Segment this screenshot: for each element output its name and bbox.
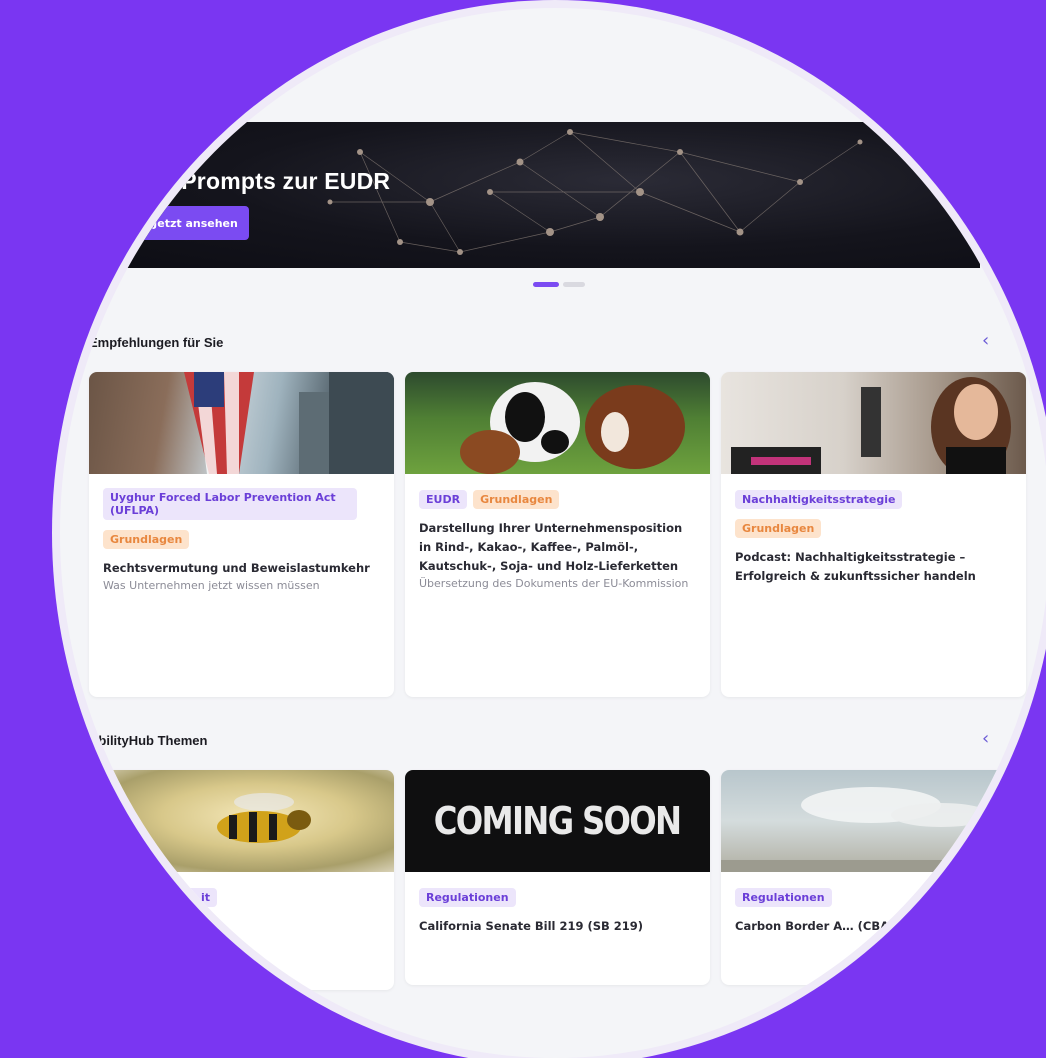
recommendation-card-eudr[interactable]: EUDR Grundlagen Darstellung Ihrer Unterne… (405, 372, 710, 697)
recommendations-title: Empfehlungen für Sie (89, 335, 224, 350)
tag-regulationen: Regulationen (419, 888, 516, 907)
tag-eudr: EUDR (419, 490, 468, 509)
card-title: Darstellung Ihrer Unternehmensposition i… (419, 521, 683, 573)
cows-image (460, 382, 685, 474)
coming-soon-image-text: COMING SOON (434, 799, 682, 843)
theme-card-sb219[interactable]: COMING SOON Regulationen California Sena… (405, 770, 710, 985)
carousel-indicator (533, 282, 585, 287)
card-title: California Senate Bill 219 (SB 219) (419, 919, 644, 933)
tag-uflpa: Uyghur Forced Labor Prevention Act (UFLP… (103, 488, 357, 520)
card-image (721, 770, 1026, 872)
recommendation-card-podcast[interactable]: Nachhaltigkeitsstrategie Grundlagen Podc… (721, 372, 1026, 697)
industrial-smoke-image (721, 787, 1026, 872)
carousel-dot[interactable] (563, 282, 585, 287)
card-title: Carbon Border A… (CBAM) (735, 919, 906, 933)
hero-cta-button[interactable]: Jetzt ansehen (132, 206, 249, 240)
card-title: Rechtsvermutung und Beweislastumkehr (103, 561, 370, 575)
tag-regulationen: Regulationen (735, 888, 832, 907)
theme-card-1[interactable]: …it (89, 770, 394, 990)
card-image: COMING SOON (405, 770, 710, 872)
themes-title: AbilityHub Themen (89, 733, 208, 748)
podcast-image (731, 377, 1011, 474)
hero-banner[interactable] (100, 122, 980, 268)
chevron-left-icon[interactable]: ‹ (982, 330, 989, 351)
flag-buildings-image (184, 372, 394, 474)
app-viewport: KI-Prompts zur EUDR Jetzt ansehen Empfeh… (60, 8, 1046, 1058)
tag-theme: …it (183, 888, 218, 907)
card-subtitle: Übersetzung des Dokuments der EU-Kommiss… (419, 577, 689, 590)
network-graphic (327, 129, 863, 255)
tag-grundlagen: Grundlagen (735, 519, 822, 538)
recommendation-card-uflpa[interactable]: Uyghur Forced Labor Prevention Act (UFLP… (89, 372, 394, 697)
tag-grundlagen: Grundlagen (103, 530, 190, 549)
chevron-left-icon[interactable]: ‹ (982, 728, 989, 749)
theme-card-cbam[interactable]: Regulationen Carbon Border A… (CBAM) (721, 770, 1026, 985)
tag-nachhaltigkeitsstrategie: Nachhaltigkeitsstrategie (735, 490, 903, 509)
bee-image (217, 793, 311, 843)
card-image (89, 372, 394, 474)
carousel-dot-active[interactable] (533, 282, 559, 287)
hero-title: KI-Prompts zur EUDR (150, 168, 391, 194)
card-subtitle: Was Unternehmen jetzt wissen müssen (103, 579, 320, 592)
card-image (89, 770, 394, 872)
card-image (721, 372, 1026, 474)
card-title: Podcast: Nachhaltigkeitsstrategie – Erfo… (735, 550, 976, 583)
card-image (405, 372, 710, 474)
tag-grundlagen: Grundlagen (473, 490, 560, 509)
